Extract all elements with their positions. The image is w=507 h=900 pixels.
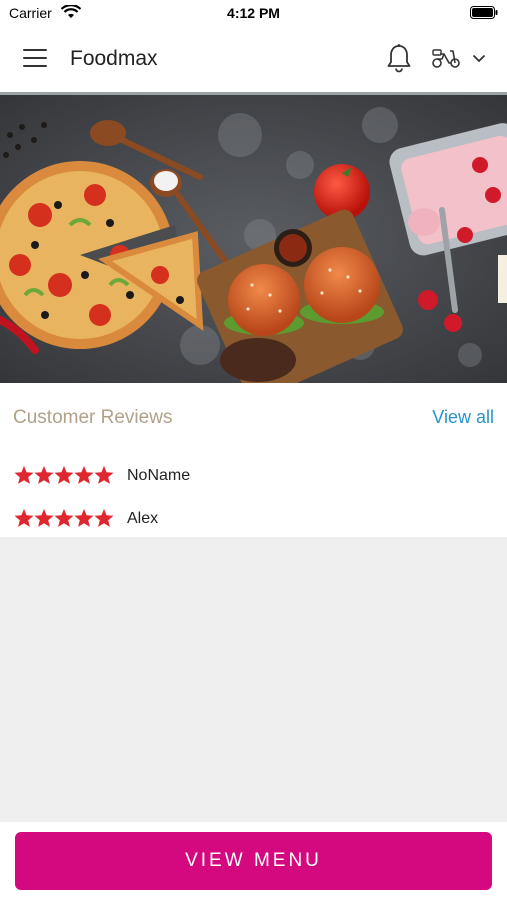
view-all-link[interactable]: View all	[432, 407, 494, 428]
star-icon	[34, 509, 54, 527]
reviewer-name: Alex	[127, 510, 159, 527]
hero-food-image	[0, 92, 507, 383]
star-rating	[14, 466, 114, 484]
star-icon	[94, 466, 114, 484]
battery-icon	[470, 6, 498, 19]
app-title: Foodmax	[70, 47, 158, 70]
status-bar: Carrier 4:12 PM	[0, 0, 507, 26]
scooter-icon[interactable]	[431, 47, 461, 69]
star-icon	[94, 509, 114, 527]
star-icon	[14, 466, 34, 484]
star-rating	[14, 509, 114, 527]
bell-icon[interactable]	[386, 43, 412, 73]
status-time: 4:12 PM	[227, 5, 280, 21]
customer-reviews-section: Customer Reviews View all NoName Alex	[0, 383, 507, 537]
star-icon	[14, 509, 34, 527]
menu-icon[interactable]	[23, 49, 47, 69]
chevron-down-icon[interactable]	[472, 54, 486, 63]
star-icon	[34, 466, 54, 484]
reviewer-name: NoName	[127, 467, 191, 484]
view-menu-button[interactable]: VIEW MENU	[15, 832, 492, 890]
star-icon	[54, 466, 74, 484]
reviews-title: Customer Reviews	[13, 407, 173, 428]
star-icon	[74, 466, 94, 484]
bottom-bar: VIEW MENU	[0, 822, 507, 900]
star-icon	[54, 509, 74, 527]
app-header: Foodmax	[0, 26, 507, 92]
star-icon	[74, 509, 94, 527]
